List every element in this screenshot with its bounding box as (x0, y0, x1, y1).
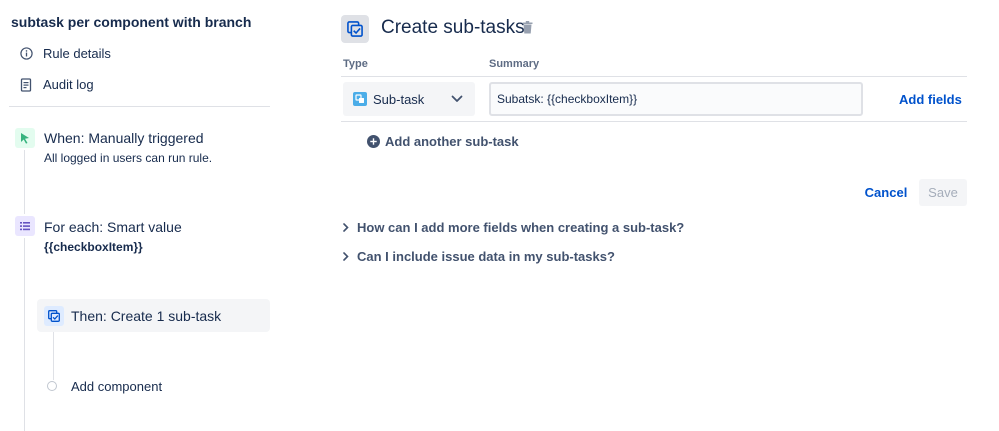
subtask-icon (48, 310, 60, 322)
type-select[interactable]: Sub-task (343, 82, 475, 116)
add-another-label: Add another sub-task (385, 134, 519, 149)
chevron-down-icon (447, 95, 467, 103)
faq-label: Can I include issue data in my sub-tasks… (357, 249, 615, 264)
action-step-icon (44, 306, 64, 326)
panel-title: Create sub-tasks (381, 17, 525, 38)
connector-line (24, 150, 25, 214)
document-icon (19, 77, 33, 92)
add-component-dot (47, 381, 57, 391)
row-divider (341, 121, 967, 122)
list-icon (20, 222, 30, 231)
cancel-button[interactable]: Cancel (857, 179, 915, 206)
trash-icon[interactable] (522, 21, 533, 39)
header-subtask-icon (341, 15, 369, 43)
rule-title: subtask per component with branch (11, 14, 252, 30)
faq-item[interactable]: Can I include issue data in my sub-tasks… (343, 249, 615, 264)
divider (9, 106, 270, 107)
chevron-right-icon (343, 223, 349, 232)
branch-subtitle: {{checkboxItem}} (44, 240, 143, 254)
save-button[interactable]: Save (919, 179, 967, 206)
trigger-subtitle: All logged in users can run rule. (44, 151, 213, 165)
add-component-link[interactable]: Add component (71, 379, 162, 394)
summary-input[interactable] (489, 82, 863, 116)
plus-circle-icon (367, 135, 380, 148)
trigger-step-icon (15, 128, 35, 148)
nav-label: Audit log (43, 77, 94, 92)
summary-column-label: Summary (489, 58, 540, 70)
branch-title: For each: Smart value (44, 219, 182, 235)
nav-label: Rule details (43, 46, 111, 61)
add-fields-link[interactable]: Add fields (899, 92, 962, 107)
faq-item[interactable]: How can I add more fields when creating … (343, 220, 684, 235)
branch-step-icon (15, 216, 35, 236)
add-another-subtask-button[interactable]: Add another sub-task (367, 134, 519, 149)
action-title: Then: Create 1 sub-task (71, 308, 222, 324)
type-column-label: Type (343, 58, 368, 70)
trigger-title: When: Manually triggered (44, 130, 204, 146)
branch-step[interactable]: For each: Smart value {{checkboxItem}} (44, 219, 182, 254)
chevron-right-icon (343, 252, 349, 261)
connector-line (53, 332, 54, 380)
cursor-icon (21, 133, 29, 144)
connector-line (24, 238, 25, 431)
info-icon (19, 47, 33, 61)
type-select-value: Sub-task (373, 91, 425, 107)
trigger-step[interactable]: When: Manually triggered All logged in u… (44, 130, 212, 165)
row-divider (341, 76, 967, 77)
subtask-type-icon (353, 92, 367, 106)
nav-rule-details[interactable]: Rule details (19, 46, 111, 61)
nav-audit-log[interactable]: Audit log (19, 77, 94, 92)
faq-label: How can I add more fields when creating … (357, 220, 685, 235)
